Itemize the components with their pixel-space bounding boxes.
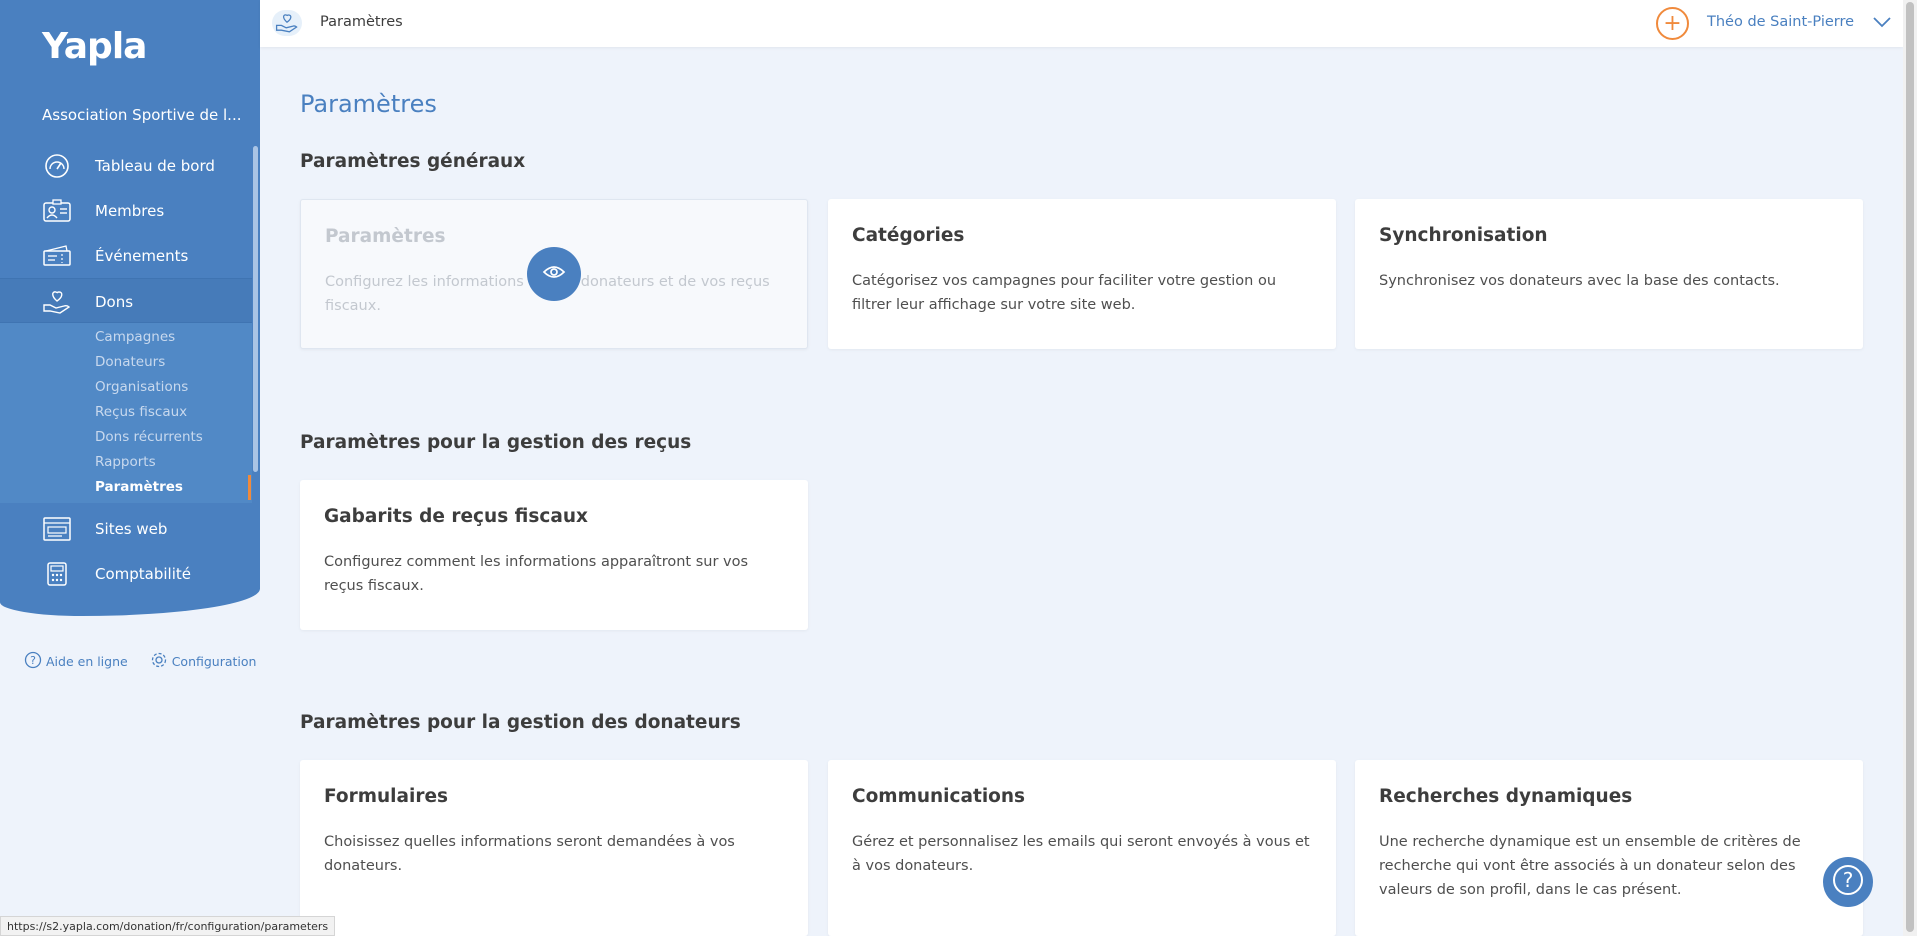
- svg-text:?: ?: [1843, 868, 1854, 892]
- card-title: Synchronisation: [1379, 225, 1548, 246]
- card-description: Gérez et personnalisez les emails qui se…: [852, 834, 1310, 874]
- add-button[interactable]: +: [1656, 7, 1689, 40]
- card-title: Gabarits de reçus fiscaux: [324, 506, 588, 527]
- submenu-item-recus-fiscaux[interactable]: Reçus fiscaux: [95, 404, 187, 420]
- submenu-item-campagnes[interactable]: Campagnes: [95, 329, 175, 345]
- page-scrollbar-thumb[interactable]: [1906, 2, 1914, 932]
- page-scrollbar[interactable]: [1903, 0, 1917, 936]
- organization-name[interactable]: Association Sportive de l...: [42, 106, 242, 124]
- nav-label: Membres: [95, 201, 165, 220]
- submenu-item-dons-recurrents[interactable]: Dons récurrents: [95, 429, 203, 445]
- card-title: Catégories: [852, 225, 965, 246]
- dons-submenu: Campagnes Donateurs Organisations Reçus …: [0, 323, 252, 503]
- nav-item-dons[interactable]: Dons: [0, 279, 252, 324]
- card-description: Une recherche dynamique est un ensemble …: [1379, 834, 1801, 898]
- nav-item-comptabilite[interactable]: Comptabilité: [0, 551, 252, 596]
- nav-item-membres[interactable]: Membres: [0, 188, 252, 233]
- eye-icon: [542, 264, 566, 284]
- card-formulaires[interactable]: Formulaires Choisissez quelles informati…: [300, 760, 808, 936]
- card-title: Formulaires: [324, 786, 449, 807]
- status-bar-url: https://s2.yapla.com/donation/fr/configu…: [0, 916, 336, 936]
- donation-hand-heart-icon: [42, 289, 72, 315]
- events-ticket-icon: [42, 243, 72, 269]
- submenu-item-parametres[interactable]: Paramètres: [95, 479, 183, 495]
- card-parametres[interactable]: Paramètres Configurez les informations d…: [300, 199, 808, 349]
- active-indicator: [248, 475, 251, 500]
- card-description: Configurez comment les informations appa…: [324, 554, 749, 594]
- nav-label: Tableau de bord: [95, 156, 215, 175]
- svg-text:?: ?: [30, 654, 36, 667]
- card-categories[interactable]: Catégories Catégorisez vos campagnes pou…: [828, 199, 1336, 349]
- card-description: Choisissez quelles informations seront d…: [324, 834, 735, 874]
- nav-item-sites-web[interactable]: Sites web: [0, 506, 252, 551]
- submenu-item-rapports[interactable]: Rapports: [95, 454, 156, 470]
- card-gabarits-recus[interactable]: Gabarits de reçus fiscaux Configurez com…: [300, 480, 808, 630]
- section-title-general: Paramètres généraux: [300, 151, 526, 172]
- top-bar: Paramètres + Théo de Saint-Pierre: [260, 0, 1903, 47]
- sidebar-footer: ? Aide en ligne Configuration: [24, 651, 256, 672]
- configuration-link[interactable]: Configuration: [150, 651, 257, 672]
- dashboard-gauge-icon: [42, 153, 72, 179]
- user-menu-name[interactable]: Théo de Saint-Pierre: [1707, 14, 1854, 30]
- section-title-donors: Paramètres pour la gestion des donateurs: [300, 712, 741, 733]
- card-description: Catégorisez vos campagnes pour faciliter…: [852, 273, 1277, 313]
- topbar-title: Paramètres: [320, 14, 403, 30]
- nav-label: Dons: [95, 292, 134, 311]
- nav-label: Sites web: [95, 519, 168, 538]
- section-title-receipts: Paramètres pour la gestion des reçus: [300, 432, 692, 453]
- sidebar-scrollbar[interactable]: [253, 146, 258, 472]
- view-button[interactable]: [527, 247, 581, 301]
- question-circle-icon: ?: [24, 651, 42, 672]
- card-communications[interactable]: Communications Gérez et personnalisez le…: [828, 760, 1336, 936]
- page-title: Paramètres: [300, 90, 437, 118]
- nav-item-evenements[interactable]: Événements: [0, 233, 252, 278]
- gear-icon: [150, 651, 168, 672]
- sidebar: Yapla Association Sportive de l... Table…: [0, 0, 260, 936]
- submenu-item-organisations[interactable]: Organisations: [95, 379, 188, 395]
- plus-icon: +: [1663, 10, 1682, 36]
- yapla-logo[interactable]: Yapla: [42, 26, 147, 67]
- help-link[interactable]: ? Aide en ligne: [24, 651, 128, 672]
- nav-label: Événements: [95, 246, 189, 265]
- configuration-link-label: Configuration: [171, 654, 257, 669]
- question-mark-icon: ?: [1831, 863, 1865, 901]
- accounting-calculator-icon: [42, 561, 72, 587]
- members-card-icon: [42, 198, 72, 224]
- nav-label: Comptabilité: [95, 564, 191, 583]
- card-recherches-dynamiques[interactable]: Recherches dynamiques Une recherche dyna…: [1355, 760, 1863, 936]
- donation-hand-heart-icon: [272, 10, 302, 36]
- card-title: Communications: [852, 786, 1026, 807]
- help-chat-button[interactable]: ?: [1823, 857, 1873, 907]
- website-browser-icon: [42, 516, 72, 542]
- sidebar-panel: Yapla Association Sportive de l... Table…: [0, 0, 260, 616]
- chevron-down-icon[interactable]: [1872, 14, 1892, 33]
- submenu-item-donateurs[interactable]: Donateurs: [95, 354, 165, 370]
- card-title: Paramètres: [325, 226, 446, 247]
- help-link-label: Aide en ligne: [46, 654, 128, 669]
- nav-item-tableau-de-bord[interactable]: Tableau de bord: [0, 143, 252, 188]
- card-synchronisation[interactable]: Synchronisation Synchronisez vos donateu…: [1355, 199, 1863, 349]
- card-title: Recherches dynamiques: [1379, 786, 1633, 807]
- card-description: Synchronisez vos donateurs avec la base …: [1379, 273, 1780, 289]
